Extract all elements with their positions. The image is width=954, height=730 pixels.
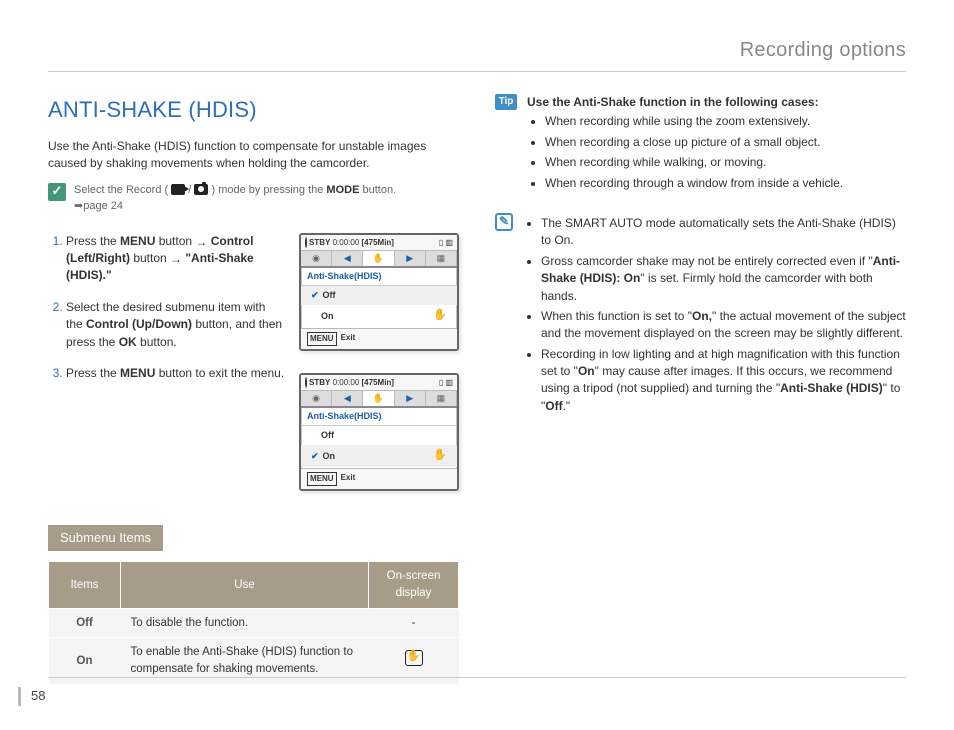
card-battery-icon: ▯ ▥ — [439, 377, 453, 389]
tip-block: Tip Use the Anti-Shake function in the f… — [495, 94, 906, 195]
steps: Press the MENU button → Control (Left/Ri… — [48, 233, 285, 491]
hand-icon: ✋ — [433, 448, 447, 464]
card-battery-icon: ▯ ▥ — [439, 237, 453, 249]
th-display: On-screen display — [369, 562, 459, 608]
right-column: Tip Use the Anti-Shake function in the f… — [495, 94, 906, 685]
lcd-row-on: On✋ — [301, 305, 457, 327]
submenu-heading: Submenu Items — [48, 525, 163, 552]
note-item: When this function is set to "On," the a… — [541, 308, 906, 343]
tip-item: When recording a close up picture of a s… — [545, 134, 843, 151]
tip-item: When recording through a window from ins… — [545, 175, 843, 192]
submenu-table: Items Use On-screen display Off To disab… — [48, 561, 459, 684]
record-dot-icon — [305, 377, 307, 388]
hand-icon — [405, 650, 423, 666]
record-dot-icon — [305, 237, 307, 248]
tip-item: When recording while walking, or moving. — [545, 154, 843, 171]
hand-icon: ✋ — [433, 308, 447, 324]
lcd-off-selected: STBY 0:00:00 [475Min] ▯ ▥ ◉◀✋▶▦ Anti-Sha… — [299, 233, 459, 351]
section-intro: Use the Anti-Shake (HDIS) function to co… — [48, 138, 428, 173]
prerequisite-text: Select the Record ( / ) mode by pressing… — [74, 183, 396, 215]
lcd-screenshots: STBY 0:00:00 [475Min] ▯ ▥ ◉◀✋▶▦ Anti-Sha… — [299, 233, 459, 491]
prerequisite-row: ✓ Select the Record ( / ) mode by pressi… — [48, 183, 459, 215]
left-column: ANTI-SHAKE (HDIS) Use the Anti-Shake (HD… — [48, 94, 459, 685]
note-item: The SMART AUTO mode automatically sets t… — [541, 215, 906, 250]
step-2: Select the desired submenu item with the… — [66, 299, 285, 351]
step-3: Press the MENU button to exit the menu. — [66, 365, 285, 382]
lcd-on-selected: STBY 0:00:00 [475Min] ▯ ▥ ◉◀✋▶▦ Anti-Sha… — [299, 373, 459, 491]
page-header: Recording options — [48, 36, 906, 72]
page-number: 58 — [18, 687, 45, 706]
page: Recording options ANTI-SHAKE (HDIS) Use … — [0, 0, 954, 730]
th-items: Items — [49, 562, 121, 608]
lcd-row-on: ✔On✋ — [301, 445, 457, 467]
checkmark-icon: ✓ — [48, 183, 66, 201]
video-icon — [171, 184, 185, 195]
tip-item: When recording while using the zoom exte… — [545, 113, 843, 130]
note-icon: ✎ — [495, 213, 513, 231]
note-item: Gross camcorder shake may not be entirel… — [541, 253, 906, 305]
lcd-row-off: ✔Off — [301, 286, 457, 305]
note-block: ✎ The SMART AUTO mode automatically sets… — [495, 213, 906, 418]
tip-icon: Tip — [495, 94, 517, 110]
photo-icon — [194, 184, 208, 195]
lcd-row-off: Off — [301, 426, 457, 445]
tip-heading: Use the Anti-Shake function in the follo… — [527, 94, 843, 111]
step-1: Press the MENU button → Control (Left/Ri… — [66, 233, 285, 285]
table-row: Off To disable the function. - — [49, 608, 459, 638]
section-title: ANTI-SHAKE (HDIS) — [48, 94, 459, 126]
th-use: Use — [121, 562, 369, 608]
note-item: Recording in low lighting and at high ma… — [541, 346, 906, 416]
footer-rule — [48, 677, 906, 678]
